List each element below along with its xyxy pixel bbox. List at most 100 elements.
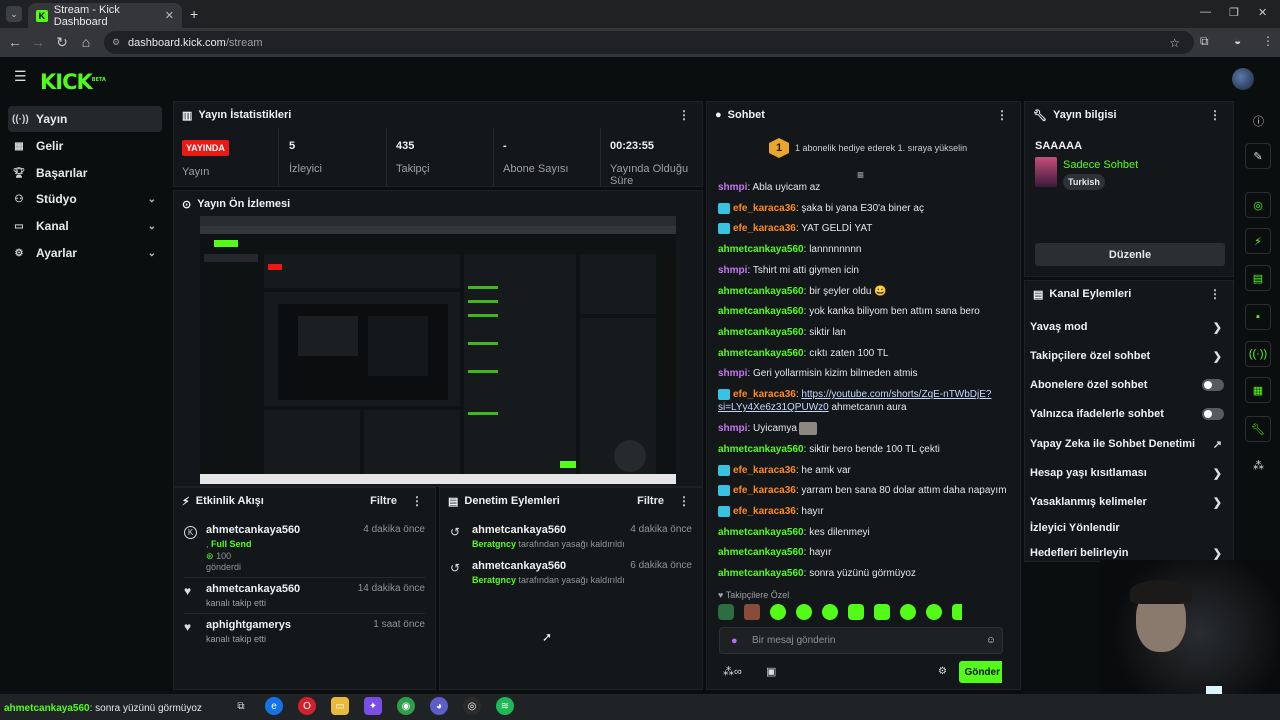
chat-username[interactable]: efe_karaca36 <box>733 223 796 234</box>
chat-username[interactable]: efe_karaca36 <box>733 506 796 517</box>
chat-username[interactable]: ahmetcankaya560 <box>718 527 804 538</box>
microphone-icon[interactable]: ● <box>731 635 738 647</box>
wrench-rail-icon[interactable]: 🔧︎ <box>1245 416 1271 442</box>
chat-username[interactable]: efe_karaca36 <box>733 465 796 476</box>
chat-username[interactable]: ahmetcankaya560 <box>718 244 804 255</box>
edge-icon[interactable]: e <box>265 697 283 715</box>
obs-icon[interactable]: ◎ <box>463 697 481 715</box>
minimize-icon[interactable]: — <box>1200 6 1211 18</box>
channel-action-item[interactable]: Hesap yaşı kısıtlaması ❯ <box>1030 467 1226 480</box>
channel-action-item[interactable]: Takipçilere özel sohbet ❯ <box>1030 350 1226 363</box>
broadcast-rail-icon[interactable]: ((·)) <box>1245 341 1271 367</box>
close-tab-icon[interactable]: ✕ <box>165 9 174 22</box>
lightning-rail-icon[interactable]: ⚡︎ <box>1245 228 1271 254</box>
edit-button[interactable]: Düzenle <box>1035 243 1225 266</box>
emote-icon[interactable] <box>848 604 864 620</box>
emote-icon[interactable] <box>796 604 812 620</box>
bookmark-star-icon[interactable]: ☆ <box>1169 36 1180 50</box>
channel-action-item[interactable]: İzleyici Yönlendir <box>1030 522 1226 534</box>
channel-action-item[interactable]: Yasaklanmış kelimeler ❯ <box>1030 496 1226 509</box>
extensions-icon[interactable]: ⧉ <box>1200 34 1209 49</box>
emote-icon[interactable] <box>926 604 942 620</box>
address-bar[interactable]: ⚙ dashboard.kick.com/stream ☆ <box>104 31 1194 54</box>
reload-icon[interactable]: ↻ <box>50 30 74 54</box>
more-options-icon[interactable]: ⋮ <box>678 108 690 122</box>
spotify-icon[interactable]: ≋ <box>496 697 514 715</box>
chat-username[interactable]: ahmetcankaya560 <box>718 547 804 558</box>
channel-action-item[interactable]: Yapay Zeka ile Sohbet Denetimi ↗ <box>1030 438 1226 451</box>
channel-action-item[interactable]: Yavaş mod ❯ <box>1030 321 1226 334</box>
emote-icon[interactable] <box>718 604 734 620</box>
chat-settings-icon[interactable]: ⚙ <box>938 666 947 677</box>
send-button[interactable]: Gönder <box>959 661 1002 683</box>
emote-icon[interactable] <box>822 604 838 620</box>
stream-preview-video[interactable] <box>200 216 676 484</box>
chat-rail-icon[interactable]: ▪ <box>1245 304 1271 330</box>
sidebar-item-studyo[interactable]: ⚇ Stüdyo ⌄ <box>8 186 162 212</box>
info-icon[interactable]: ⓘ <box>1253 113 1264 129</box>
hamburger-menu-icon[interactable]: ☰ <box>14 69 28 83</box>
restore-icon[interactable]: ❐ <box>1229 6 1239 19</box>
channel-action-item[interactable]: Abonelere özel sohbet <box>1030 379 1226 391</box>
task-view-icon[interactable]: ⧉ <box>232 697 250 715</box>
chat-username[interactable]: shmpi <box>718 368 747 379</box>
chat-username[interactable]: shmpi <box>718 182 747 193</box>
more-options-icon[interactable]: ⋮ <box>678 494 690 508</box>
chat-username[interactable]: efe_karaca36 <box>733 389 796 400</box>
category-name[interactable]: Sadece Sohbet <box>1063 159 1138 171</box>
new-tab-icon[interactable]: + <box>190 6 198 22</box>
camera-icon[interactable]: ◎ <box>1245 192 1271 218</box>
browser-tab[interactable]: K Stream - Kick Dashboard ✕ <box>28 3 182 28</box>
profile-icon[interactable]: ◒ <box>1234 34 1241 48</box>
sidebar-item-kanal[interactable]: ▭ Kanal ⌄ <box>8 213 162 239</box>
emote-icon[interactable] <box>900 604 916 620</box>
tab-search-icon[interactable]: ⌄ <box>6 6 22 22</box>
chat-username[interactable]: shmpi <box>718 423 747 434</box>
chat-username[interactable]: efe_karaca36 <box>733 203 796 214</box>
copilot-icon[interactable]: ✦ <box>364 697 382 715</box>
edit-pencil-icon[interactable]: ✎ <box>1245 143 1271 169</box>
sidebar-item-gelir[interactable]: ▦ Gelir <box>8 133 162 159</box>
channel-action-item[interactable]: Hedefleri belirleyin ❯ <box>1030 547 1226 560</box>
emoji-icon[interactable]: ☺ <box>986 635 996 646</box>
activity-filter-button[interactable]: Filtre <box>370 495 397 507</box>
avatar[interactable] <box>1232 68 1254 90</box>
moderation-filter-button[interactable]: Filtre <box>637 495 664 507</box>
layout-icon[interactable]: ▦ <box>1245 377 1271 403</box>
chat-input[interactable]: ● Bir mesaj gönderin ☺ <box>719 627 1003 654</box>
toggle-switch[interactable] <box>1202 408 1224 420</box>
chrome-icon[interactable]: ◉ <box>397 697 415 715</box>
chat-username[interactable]: ahmetcankaya560 <box>718 286 804 297</box>
add-widget-icon[interactable]: ⁂ <box>1253 459 1264 472</box>
chat-username[interactable]: ahmetcankaya560 <box>718 444 804 455</box>
sidebar-item-ayarlar[interactable]: ⚙ Ayarlar ⌄ <box>8 240 162 266</box>
gift-icon[interactable]: ▣ <box>766 665 776 678</box>
sidebar-item-basarilar[interactable]: 🏆︎ Başarılar <box>8 160 162 186</box>
browser-menu-icon[interactable]: ⋮ <box>1262 34 1274 48</box>
emote-icon[interactable] <box>952 604 962 620</box>
kick-points-icon[interactable]: ⁂∞ <box>723 665 742 678</box>
more-options-icon[interactable]: ⋮ <box>411 494 423 508</box>
home-icon[interactable]: ⌂ <box>74 30 98 54</box>
emote-icon[interactable] <box>744 604 760 620</box>
chat-username[interactable]: shmpi <box>718 265 747 276</box>
chat-username[interactable]: ahmetcankaya560 <box>718 568 804 579</box>
more-options-icon[interactable]: ⋮ <box>996 108 1008 122</box>
emote-icon[interactable] <box>874 604 890 620</box>
clipboard-icon[interactable]: ▤ <box>1245 265 1271 291</box>
more-options-icon[interactable]: ⋮ <box>1209 287 1221 301</box>
chat-username[interactable]: ahmetcankaya560 <box>718 348 804 359</box>
forward-icon[interactable]: → <box>26 30 50 54</box>
gift-leaderboard-banner[interactable]: 1 1 abonelik hediye ederek 1. sıraya yük… <box>769 138 967 158</box>
kick-logo[interactable]: KICKBETA <box>40 70 106 94</box>
chat-username[interactable]: efe_karaca36 <box>733 485 796 496</box>
site-info-icon[interactable]: ⚙ <box>112 37 120 48</box>
file-explorer-icon[interactable]: ▭ <box>331 697 349 715</box>
discord-icon[interactable]: ◕ <box>430 697 448 715</box>
back-icon[interactable]: ← <box>3 30 27 54</box>
channel-action-item[interactable]: Yalnızca ifadelerle sohbet <box>1030 408 1226 420</box>
emote-icon[interactable] <box>770 604 786 620</box>
opera-icon[interactable]: O <box>298 697 316 715</box>
chat-username[interactable]: ahmetcankaya560 <box>718 327 804 338</box>
pinned-collapse-icon[interactable]: ≡ <box>857 168 864 182</box>
